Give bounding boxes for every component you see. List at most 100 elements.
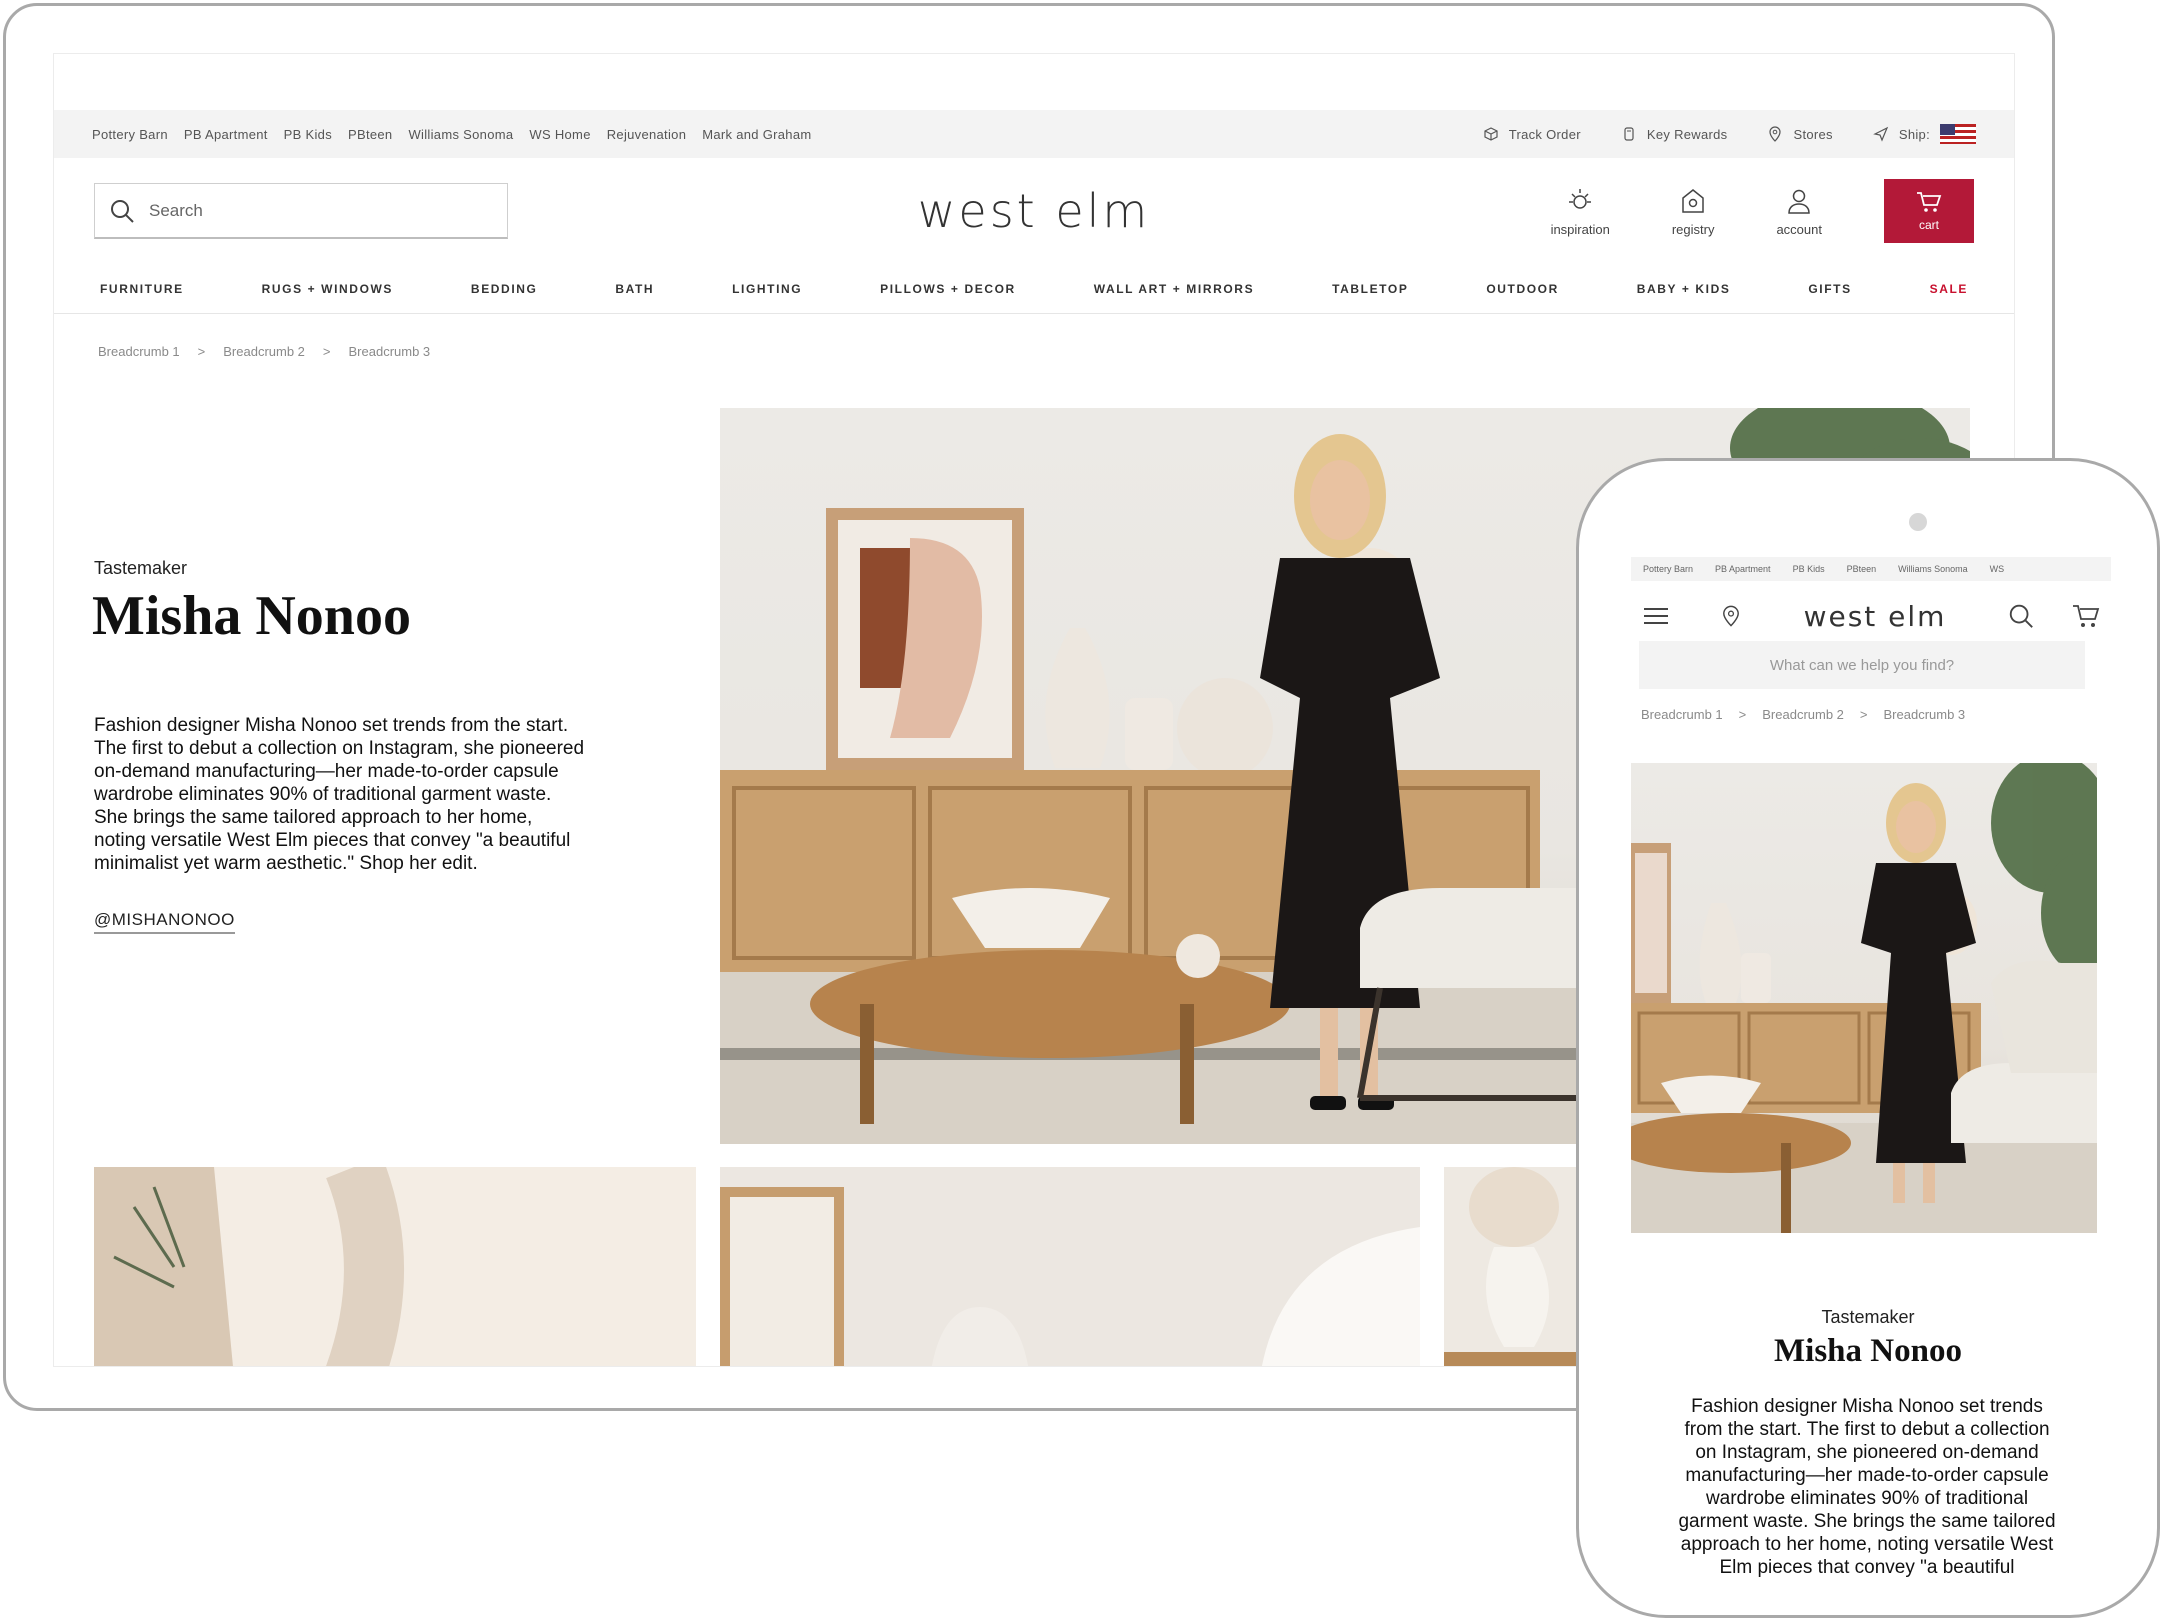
nav-bedding[interactable]: BEDDING (471, 282, 538, 296)
breadcrumb-separator: > (1738, 707, 1747, 722)
mobile-brand-link[interactable]: Pottery Barn (1643, 564, 1693, 574)
brand-link-ws-home[interactable]: WS Home (529, 127, 590, 142)
brand-link-pottery-barn[interactable]: Pottery Barn (92, 127, 168, 142)
track-order-label: Track Order (1508, 126, 1581, 142)
bio-line: She brings the same tailored approach to… (94, 807, 533, 828)
bio-line: on Instagram, she pioneered on-demand (1695, 1442, 2039, 1463)
gallery-tile-1-illustration (94, 1167, 696, 1366)
mobile-west-elm-logo[interactable]: west elm (1804, 600, 1947, 633)
cart-label: cart (1918, 218, 1939, 232)
bio-line: manufacturing—her made-to-order capsule (1685, 1465, 2049, 1486)
nav-sale[interactable]: SALE (1930, 282, 1968, 296)
track-order-icon (1484, 127, 1498, 141)
mobile-brand-link[interactable]: WS (1990, 564, 2005, 574)
ship-to-selector[interactable]: Ship: (1873, 124, 1976, 144)
bio-line: wardrobe eliminates 90% of traditional g… (94, 784, 552, 805)
cart-icon (1917, 192, 1942, 212)
breadcrumb-1[interactable]: Breadcrumb 1 (98, 344, 180, 359)
site-header: Search west elm inspiration registry acc… (54, 158, 2014, 264)
brand-link-pb-kids[interactable]: PB Kids (284, 127, 332, 142)
breadcrumb: Breadcrumb 1 > Breadcrumb 2 > Breadcrumb… (98, 344, 430, 359)
account-icon (1788, 189, 1810, 214)
gallery-tile-2[interactable] (720, 1167, 1420, 1366)
mobile-page-title: Misha Nonoo (1774, 1333, 1962, 1369)
mobile-bio-paragraph: Fashion designer Misha Nonoo set trends … (1649, 1395, 2085, 1579)
inspiration-link[interactable]: inspiration (1551, 186, 1610, 237)
mobile-brand-bar: Pottery Barn PB Apartment PB Kids PBteen… (1631, 557, 2111, 581)
mobile-search-input[interactable]: What can we help you find? (1639, 641, 2085, 689)
nav-wall-art-mirrors[interactable]: WALL ART + MIRRORS (1094, 282, 1254, 296)
brand-link-rejuvenation[interactable]: Rejuvenation (607, 127, 687, 142)
bio-line: on-demand manufacturing—her made-to-orde… (94, 761, 559, 782)
bio-paragraph: Fashion designer Misha Nonoo set trends … (94, 714, 654, 875)
key-rewards-label: Key Rewards (1646, 126, 1728, 142)
cart-button[interactable]: cart (1884, 179, 1974, 243)
west-elm-logo[interactable]: west elm (918, 184, 1150, 238)
nav-lighting[interactable]: LIGHTING (732, 282, 802, 296)
key-rewards-icon (1624, 127, 1634, 141)
cart-icon[interactable] (2071, 601, 2101, 631)
nav-pillows-decor[interactable]: PILLOWS + DECOR (880, 282, 1016, 296)
us-flag-icon (1940, 124, 1976, 144)
stores-label: Stores (1793, 126, 1833, 142)
key-rewards-link[interactable]: Key Rewards (1621, 126, 1728, 142)
ship-label: Ship: (1898, 126, 1930, 142)
nav-gifts[interactable]: GIFTS (1808, 282, 1851, 296)
store-pin-icon (1769, 126, 1782, 142)
bio-line: approach to her home, noting versatile W… (1680, 1534, 2054, 1555)
bio-line: from the start. The first to debut a col… (1684, 1419, 2050, 1440)
breadcrumb-2[interactable]: Breadcrumb 2 (1762, 707, 1844, 722)
breadcrumb-3[interactable]: Breadcrumb 3 (1884, 707, 1966, 722)
mobile-header: west elm (1631, 589, 2111, 643)
bio-line: noting versatile West Elm pieces that co… (94, 830, 571, 851)
breadcrumb-separator: > (322, 344, 331, 359)
registry-icon (1682, 188, 1704, 213)
mobile-brand-link[interactable]: PBteen (1847, 564, 1877, 574)
location-pin-icon[interactable] (1719, 601, 1743, 631)
mobile-brand-link[interactable]: PB Apartment (1715, 564, 1771, 574)
nav-tabletop[interactable]: TABLETOP (1332, 282, 1408, 296)
phone-frame: Pottery Barn PB Apartment PB Kids PBteen… (1576, 458, 2160, 1618)
registry-label: registry (1671, 221, 1715, 237)
mobile-search-placeholder: What can we help you find? (1769, 656, 1955, 674)
nav-outdoor[interactable]: OUTDOOR (1486, 282, 1559, 296)
brand-bar: Pottery Barn PB Apartment PB Kids PBteen… (54, 110, 2014, 158)
nav-bath[interactable]: BATH (615, 282, 654, 296)
nav-baby-kids[interactable]: BABY + KIDS (1637, 282, 1731, 296)
instagram-handle-link[interactable]: @MISHANONOO (94, 910, 235, 934)
breadcrumb-3[interactable]: Breadcrumb 3 (349, 344, 431, 359)
account-label: account (1776, 221, 1822, 237)
brand-link-mark-and-graham[interactable]: Mark and Graham (702, 127, 811, 142)
header-icons: inspiration registry account cart (1551, 179, 1974, 243)
registry-link[interactable]: registry (1671, 186, 1715, 237)
search-placeholder: Search (149, 200, 203, 220)
brand-link-pb-apartment[interactable]: PB Apartment (184, 127, 268, 142)
ship-arrow-icon (1873, 126, 1889, 142)
brand-link-pbteen[interactable]: PBteen (348, 127, 392, 142)
breadcrumb-separator: > (1859, 707, 1868, 722)
bio-line: The first to debut a collection on Insta… (94, 738, 585, 759)
bio-line: Elm pieces that convey "a beautiful (1719, 1557, 2015, 1578)
nav-furniture[interactable]: FURNITURE (100, 282, 184, 296)
breadcrumb-1[interactable]: Breadcrumb 1 (1641, 707, 1723, 722)
nav-rugs-windows[interactable]: RUGS + WINDOWS (262, 282, 393, 296)
mobile-brand-link[interactable]: PB Kids (1793, 564, 1825, 574)
breadcrumb-2[interactable]: Breadcrumb 2 (223, 344, 305, 359)
mobile-brand-link[interactable]: Williams Sonoma (1898, 564, 1968, 574)
bio-line: garment waste. She brings the same tailo… (1678, 1511, 2056, 1532)
menu-icon[interactable] (1641, 601, 1671, 631)
utility-links: Track Order Key Rewards Stores Ship: (1483, 124, 1976, 144)
gallery-tile-1[interactable] (94, 1167, 696, 1366)
bio-line: minimalist yet warm aesthetic." Shop her… (94, 853, 478, 874)
mobile-eyebrow-label: Tastemaker (1821, 1307, 1915, 1327)
brand-link-williams-sonoma[interactable]: Williams Sonoma (408, 127, 513, 142)
account-link[interactable]: account (1776, 186, 1822, 237)
stores-link[interactable]: Stores (1767, 126, 1833, 142)
search-input[interactable]: Search (94, 183, 508, 239)
track-order-link[interactable]: Track Order (1483, 126, 1581, 142)
browser-top-strip (54, 54, 2014, 110)
search-icon[interactable] (2007, 601, 2035, 631)
gallery-tile-2-illustration (720, 1167, 1420, 1366)
brand-links: Pottery Barn PB Apartment PB Kids PBteen… (92, 127, 812, 142)
bio-line: Fashion designer Misha Nonoo set trends (1691, 1396, 2043, 1417)
